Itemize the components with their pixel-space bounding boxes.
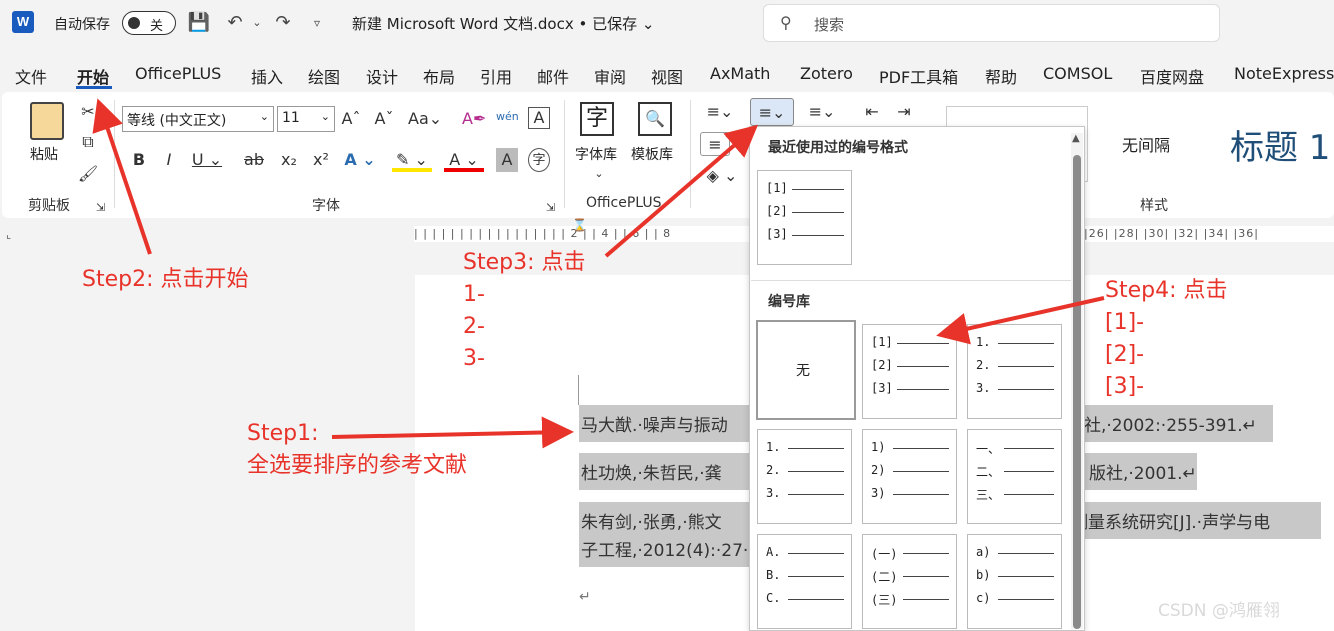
annotation-step3: Step3: 点击: [463, 250, 586, 275]
annotation-step1-desc: 全选要排序的参考文献: [247, 453, 468, 478]
arrow-step1: [331, 416, 574, 449]
arrow-step4: [936, 296, 1105, 345]
arrow-step3: [604, 124, 759, 258]
annotation-step4: Step4: 点击: [1105, 278, 1228, 303]
annotation-step1: Step1:: [247, 421, 319, 446]
annotation-step2: Step2: 点击开始: [82, 267, 249, 292]
annotation-step4-line1: [1]-: [1105, 310, 1145, 335]
annotation-step3-line2: 2-: [463, 314, 485, 339]
annotation-step4-line3: [3]-: [1105, 374, 1145, 399]
watermark: CSDN @鸿雁翎: [1158, 601, 1280, 621]
annotation-step3-line1: 1-: [463, 282, 485, 307]
arrow-step2: [92, 98, 152, 255]
annotation-step3-line3: 3-: [463, 346, 485, 371]
annotation-step4-line2: [2]-: [1105, 342, 1145, 367]
